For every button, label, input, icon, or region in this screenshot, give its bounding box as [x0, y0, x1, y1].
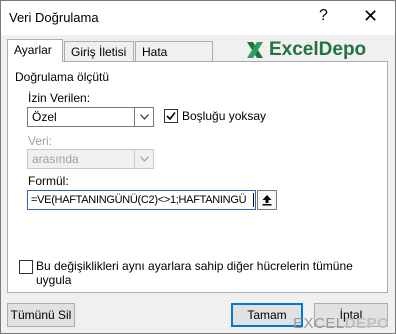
ignore-blank-checkbox[interactable] [164, 109, 178, 123]
logo-text: ExcelDepo [269, 39, 367, 60]
chevron-down-icon [134, 150, 153, 168]
apply-all-checkbox[interactable] [19, 260, 33, 274]
exceldepo-watermark: EXCEL DEPO [293, 314, 389, 332]
clear-all-button[interactable]: Tümünü Sil [7, 303, 75, 327]
logo-x-icon [247, 42, 263, 58]
title-bar[interactable]: Veri Doğrulama ? ✕ [1, 1, 395, 35]
exceldepo-logo: ExcelDepo [245, 38, 366, 62]
tab-settings[interactable]: Ayarlar [7, 39, 63, 62]
checkmark-icon [166, 112, 176, 121]
data-select-value: arasında [32, 152, 79, 166]
tab-input-message-label: Giriş İletisi [71, 45, 127, 59]
criteria-group-label: Doğrulama ölçütü [15, 70, 110, 84]
allow-select[interactable]: Özel [27, 107, 154, 127]
collapse-dialog-icon [262, 195, 272, 206]
data-validation-dialog: Veri Doğrulama ? ✕ Ayarlar Giriş İletisi… [0, 0, 396, 334]
window-title: Veri Doğrulama [9, 10, 99, 25]
ignore-blank-label: Boşluğu yoksay [182, 109, 267, 123]
watermark-part2: DEPO [344, 314, 390, 332]
formula-input[interactable]: =VE(HAFTANINGÜNÜ(C2)<>1;HAFTANINGÜ [27, 190, 256, 210]
tab-input-message[interactable]: Giriş İletisi [64, 41, 134, 61]
watermark-part1: EXCEL [293, 314, 345, 332]
close-icon[interactable]: ✕ [363, 6, 378, 27]
allow-label: İzin Verilen: [28, 91, 91, 105]
formula-input-value: =VE(HAFTANINGÜNÜ(C2)<>1;HAFTANINGÜ [31, 194, 247, 206]
chevron-down-icon [134, 108, 153, 126]
text-caret [253, 193, 254, 207]
tab-error-alert[interactable]: Hata Uyarısı [135, 41, 213, 79]
data-label: Veri: [28, 134, 53, 148]
help-button[interactable]: ? [319, 7, 328, 25]
collapse-dialog-button[interactable] [257, 190, 277, 210]
apply-all-label: Bu değişiklikleri aynı ayarlara sahip di… [36, 259, 353, 287]
data-select: arasında [27, 149, 154, 169]
formula-label: Formül: [28, 174, 69, 188]
tab-settings-label: Ayarlar [14, 43, 52, 57]
allow-select-value: Özel [32, 110, 57, 124]
